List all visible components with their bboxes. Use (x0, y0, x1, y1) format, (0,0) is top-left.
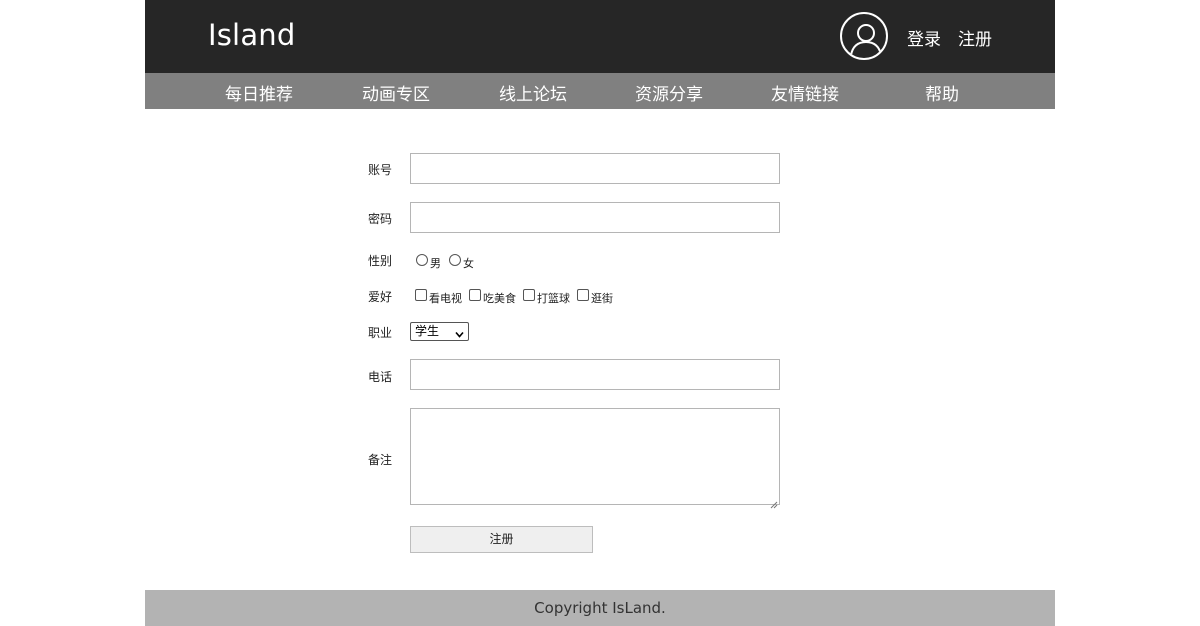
hobby-checkbox-basketball[interactable] (523, 289, 535, 301)
nav-item-friend-links[interactable]: 友情链接 (771, 80, 839, 105)
account-input[interactable] (410, 153, 780, 184)
nav-item-help[interactable]: 帮助 (925, 80, 959, 105)
nav-item-resource-share[interactable]: 资源分享 (635, 80, 703, 105)
header-bar: Island 登录 注册 (145, 0, 1055, 73)
job-select[interactable]: 学生 (410, 322, 469, 341)
hobby-checkbox-tv[interactable] (415, 289, 427, 301)
password-label: 密码 (368, 212, 393, 226)
page: Island 登录 注册 每日推荐 动画专区 线上论坛 资源分享 友情链接 帮助… (145, 0, 1055, 626)
hobby-checkbox-shopping[interactable] (577, 289, 589, 301)
hobby-checkbox-food[interactable] (469, 289, 481, 301)
copyright-text: Copyright IsLand. (534, 599, 666, 617)
footer-bar: Copyright IsLand. (145, 590, 1055, 626)
hobby-option-shopping-label: 逛街 (591, 292, 613, 305)
gender-radio-male[interactable] (416, 254, 428, 266)
main-nav: 每日推荐 动画专区 线上论坛 资源分享 友情链接 帮助 (145, 73, 1055, 109)
job-label: 职业 (368, 326, 393, 340)
phone-input[interactable] (410, 359, 780, 390)
register-submit-button[interactable]: 注册 (410, 526, 593, 553)
site-logo[interactable]: Island (208, 18, 295, 52)
note-label: 备注 (368, 453, 393, 467)
phone-label: 电话 (368, 370, 393, 384)
gender-option-male-label: 男 (430, 257, 441, 270)
password-input[interactable] (410, 202, 780, 233)
gender-label: 性别 (368, 254, 393, 268)
login-link[interactable]: 登录 (907, 25, 941, 50)
gender-option-female-label: 女 (463, 257, 474, 270)
nav-item-daily-recommend[interactable]: 每日推荐 (225, 80, 293, 105)
hobby-option-tv-label: 看电视 (429, 292, 462, 305)
user-avatar-icon[interactable] (840, 12, 888, 60)
resize-grip-icon[interactable] (769, 494, 778, 509)
nav-item-anime-zone[interactable]: 动画专区 (362, 80, 430, 105)
note-textarea[interactable] (410, 408, 780, 509)
nav-item-online-forum[interactable]: 线上论坛 (499, 80, 567, 105)
hobby-option-food-label: 吃美食 (483, 292, 516, 305)
chevron-down-icon (455, 327, 464, 338)
job-select-value: 学生 (415, 324, 440, 338)
hobby-option-basketball-label: 打篮球 (537, 292, 570, 305)
gender-radio-female[interactable] (449, 254, 461, 266)
register-link[interactable]: 注册 (958, 25, 992, 50)
hobby-label: 爱好 (368, 290, 393, 304)
account-label: 账号 (368, 163, 393, 177)
